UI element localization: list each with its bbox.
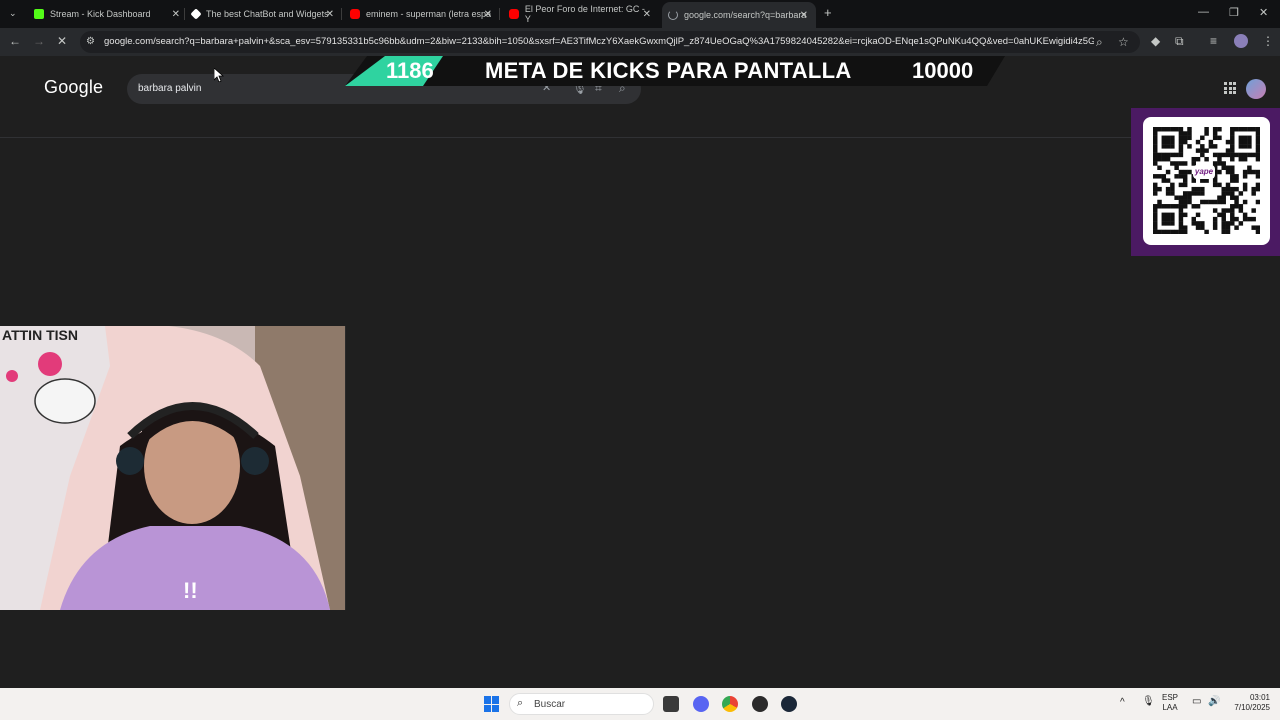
tray-overflow-icon[interactable]: ^ bbox=[1120, 698, 1125, 708]
mouse-cursor-icon bbox=[214, 68, 224, 82]
search-query[interactable]: barbara palvin bbox=[138, 83, 201, 94]
taskbar-search-label: Buscar bbox=[534, 699, 566, 710]
more-menu-icon[interactable]: ⋮ bbox=[1262, 34, 1274, 48]
tab-title: El Peor Foro de Internet: GC - Y bbox=[524, 4, 645, 24]
yape-qr-overlay: yape bbox=[1131, 108, 1280, 256]
page-content: Google barbara palvin ✕ 🎙 ⌗ ⌕ ATTIN TISN bbox=[0, 56, 1280, 688]
kick-goal-target: 10000 bbox=[912, 58, 974, 83]
clock[interactable]: 03:01 7/10/2025 bbox=[1228, 693, 1270, 713]
tab-chatbot[interactable]: The best ChatBot and Widgets ✕ bbox=[190, 4, 334, 24]
language-code: ESP bbox=[1162, 693, 1179, 702]
task-view-icon[interactable] bbox=[663, 696, 679, 712]
profile-avatar[interactable] bbox=[1234, 34, 1248, 48]
browser-toolbar: ← → ✕ ⚙ google.com/search?q=barbara+palv… bbox=[0, 28, 1280, 56]
extension-diamond-icon[interactable]: ◆ bbox=[1151, 34, 1160, 48]
close-tab-icon[interactable]: ✕ bbox=[484, 9, 492, 20]
clock-date: 7/10/2025 bbox=[1234, 703, 1270, 712]
close-tab-icon[interactable]: ✕ bbox=[800, 10, 808, 21]
google-logo[interactable]: Google bbox=[44, 77, 103, 98]
webcam-image: ATTIN TISN !! bbox=[0, 326, 345, 610]
tab-strip: ⌄ Stream - Kick Dashboard ✕ The best Cha… bbox=[0, 0, 1280, 28]
tab-separator bbox=[184, 8, 185, 20]
svg-text:!!: !! bbox=[183, 578, 198, 603]
zoom-icon[interactable]: ⌕ bbox=[1096, 35, 1103, 49]
tab-title: The best ChatBot and Widgets bbox=[206, 9, 329, 19]
tab-google-search[interactable]: google.com/search?q=barbara ✕ bbox=[662, 2, 816, 28]
tab-search-icon[interactable]: ⌄ bbox=[9, 6, 17, 20]
address-url[interactable]: google.com/search?q=barbara+palvin+&sca_… bbox=[104, 36, 1094, 47]
windows-taskbar: ⌕ Buscar ^ 🎙 ESP LAA ▭ 🔊 03:01 7/10/2025 bbox=[0, 688, 1280, 720]
tab-title: google.com/search?q=barbara bbox=[684, 10, 807, 20]
tab-separator bbox=[499, 8, 500, 20]
close-tab-icon[interactable]: ✕ bbox=[326, 9, 334, 20]
qr-code-icon bbox=[1153, 127, 1260, 234]
keyboard-layout: LAA bbox=[1162, 703, 1178, 712]
microphone-tray-icon[interactable]: 🎙 bbox=[1142, 697, 1155, 707]
kick-count: 1186 bbox=[386, 58, 434, 83]
back-icon[interactable]: ← bbox=[9, 34, 21, 48]
kick-goal-title: META DE KICKS PARA PANTALLA bbox=[485, 58, 852, 83]
windows-start-icon[interactable] bbox=[484, 696, 500, 712]
volume-icon[interactable]: 🔊 bbox=[1208, 697, 1220, 707]
tabs-divider bbox=[0, 137, 1280, 138]
account-avatar[interactable] bbox=[1246, 79, 1266, 99]
close-tab-icon[interactable]: ✕ bbox=[643, 9, 651, 20]
botrix-icon bbox=[190, 8, 202, 20]
new-tab-icon[interactable]: + bbox=[824, 6, 832, 20]
apps-grid-icon[interactable] bbox=[1224, 82, 1236, 94]
steam-icon[interactable] bbox=[781, 696, 797, 712]
webcam-overlay: ATTIN TISN !! bbox=[0, 326, 346, 610]
close-tab-icon[interactable]: ✕ bbox=[172, 9, 180, 20]
site-info-icon[interactable]: ⚙ bbox=[86, 35, 95, 49]
tab-kick-dashboard[interactable]: Stream - Kick Dashboard ✕ bbox=[34, 4, 180, 24]
tab-title: Stream - Kick Dashboard bbox=[50, 9, 151, 19]
tab-eminem-superman[interactable]: eminem - superman (letra espa ✕ bbox=[350, 4, 492, 24]
minimize-icon[interactable]: — bbox=[1198, 6, 1209, 18]
tab-peor-foro[interactable]: El Peor Foro de Internet: GC - Y ✕ bbox=[509, 4, 651, 24]
close-window-icon[interactable]: ✕ bbox=[1259, 6, 1268, 19]
obs-icon[interactable] bbox=[752, 696, 768, 712]
yape-logo: yape bbox=[1193, 165, 1215, 179]
restore-icon[interactable]: ❐ bbox=[1229, 6, 1239, 19]
youtube-icon bbox=[509, 9, 519, 19]
network-icon[interactable]: ▭ bbox=[1192, 697, 1201, 707]
youtube-icon bbox=[350, 9, 360, 19]
address-bar[interactable]: ⚙ google.com/search?q=barbara+palvin+&sc… bbox=[80, 31, 1140, 53]
svg-text:ATTIN TISN: ATTIN TISN bbox=[2, 327, 78, 343]
taskbar-search[interactable]: ⌕ Buscar bbox=[509, 693, 654, 715]
loading-icon bbox=[668, 10, 678, 20]
stop-loading-icon[interactable]: ✕ bbox=[57, 34, 67, 48]
bookmark-star-icon[interactable]: ☆ bbox=[1118, 35, 1129, 49]
kick-goal-banner: 1186 META DE KICKS PARA PANTALLA 10000 bbox=[345, 56, 1005, 86]
forward-icon[interactable]: → bbox=[33, 34, 45, 48]
chrome-icon[interactable] bbox=[722, 696, 738, 712]
tab-title: eminem - superman (letra espa bbox=[366, 9, 492, 19]
discord-icon[interactable] bbox=[693, 696, 709, 712]
language-indicator[interactable]: ESP LAA bbox=[1162, 693, 1178, 713]
clock-time: 03:01 bbox=[1249, 693, 1270, 702]
media-control-icon[interactable]: ≡ bbox=[1210, 34, 1217, 48]
search-icon: ⌕ bbox=[517, 697, 524, 709]
kick-icon bbox=[34, 9, 44, 19]
qr-card: yape bbox=[1143, 117, 1270, 245]
extensions-puzzle-icon[interactable]: ⧉ bbox=[1175, 34, 1184, 48]
tab-separator bbox=[341, 8, 342, 20]
